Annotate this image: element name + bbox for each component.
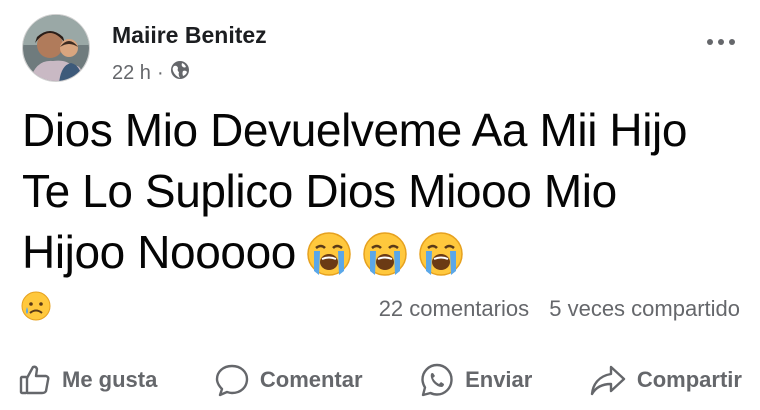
comments-count[interactable]: 22 comentarios [379,296,529,321]
loudly-crying-face-icon [418,231,464,292]
share-button[interactable]: Compartir [589,363,742,397]
whatsapp-icon [419,362,455,398]
loudly-crying-face-icon [306,231,352,292]
speech-bubble-icon [214,363,250,397]
post-message: Dios Mio Devuelveme Aa Mii Hijo Te Lo Su… [22,104,688,278]
loudly-crying-face-icon [362,231,408,292]
thumbs-up-icon [18,363,52,397]
comment-label: Comentar [259,367,363,392]
post-stats: 22 comentarios 5 veces compartido [20,290,740,330]
send-label: Enviar [465,367,533,392]
comment-button[interactable]: Comentar [214,363,363,397]
globe-icon [170,60,190,86]
more-dots-icon[interactable] [706,22,736,53]
post-counts: 22 comentarios 5 veces compartido [379,296,740,322]
send-button[interactable]: Enviar [419,362,532,398]
post-actions: Me gusta Comentar Enviar Compartir [18,356,742,404]
shares-count[interactable]: 5 veces compartido [549,296,740,321]
avatar[interactable] [22,14,90,82]
post-time[interactable]: 22 h [112,62,151,85]
post-meta: 22 h · [112,60,190,86]
sad-face-reaction-icon[interactable] [20,290,52,327]
meta-separator: · [156,61,164,84]
like-button[interactable]: Me gusta [18,363,157,397]
author-name[interactable]: Maiire Benitez [112,22,267,49]
post-text: Dios Mio Devuelveme Aa Mii Hijo Te Lo Su… [22,100,722,292]
share-label: Compartir [636,367,742,392]
post-header: Maiire Benitez 22 h · [22,14,742,86]
like-label: Me gusta [62,367,158,392]
share-arrow-icon [589,363,627,397]
